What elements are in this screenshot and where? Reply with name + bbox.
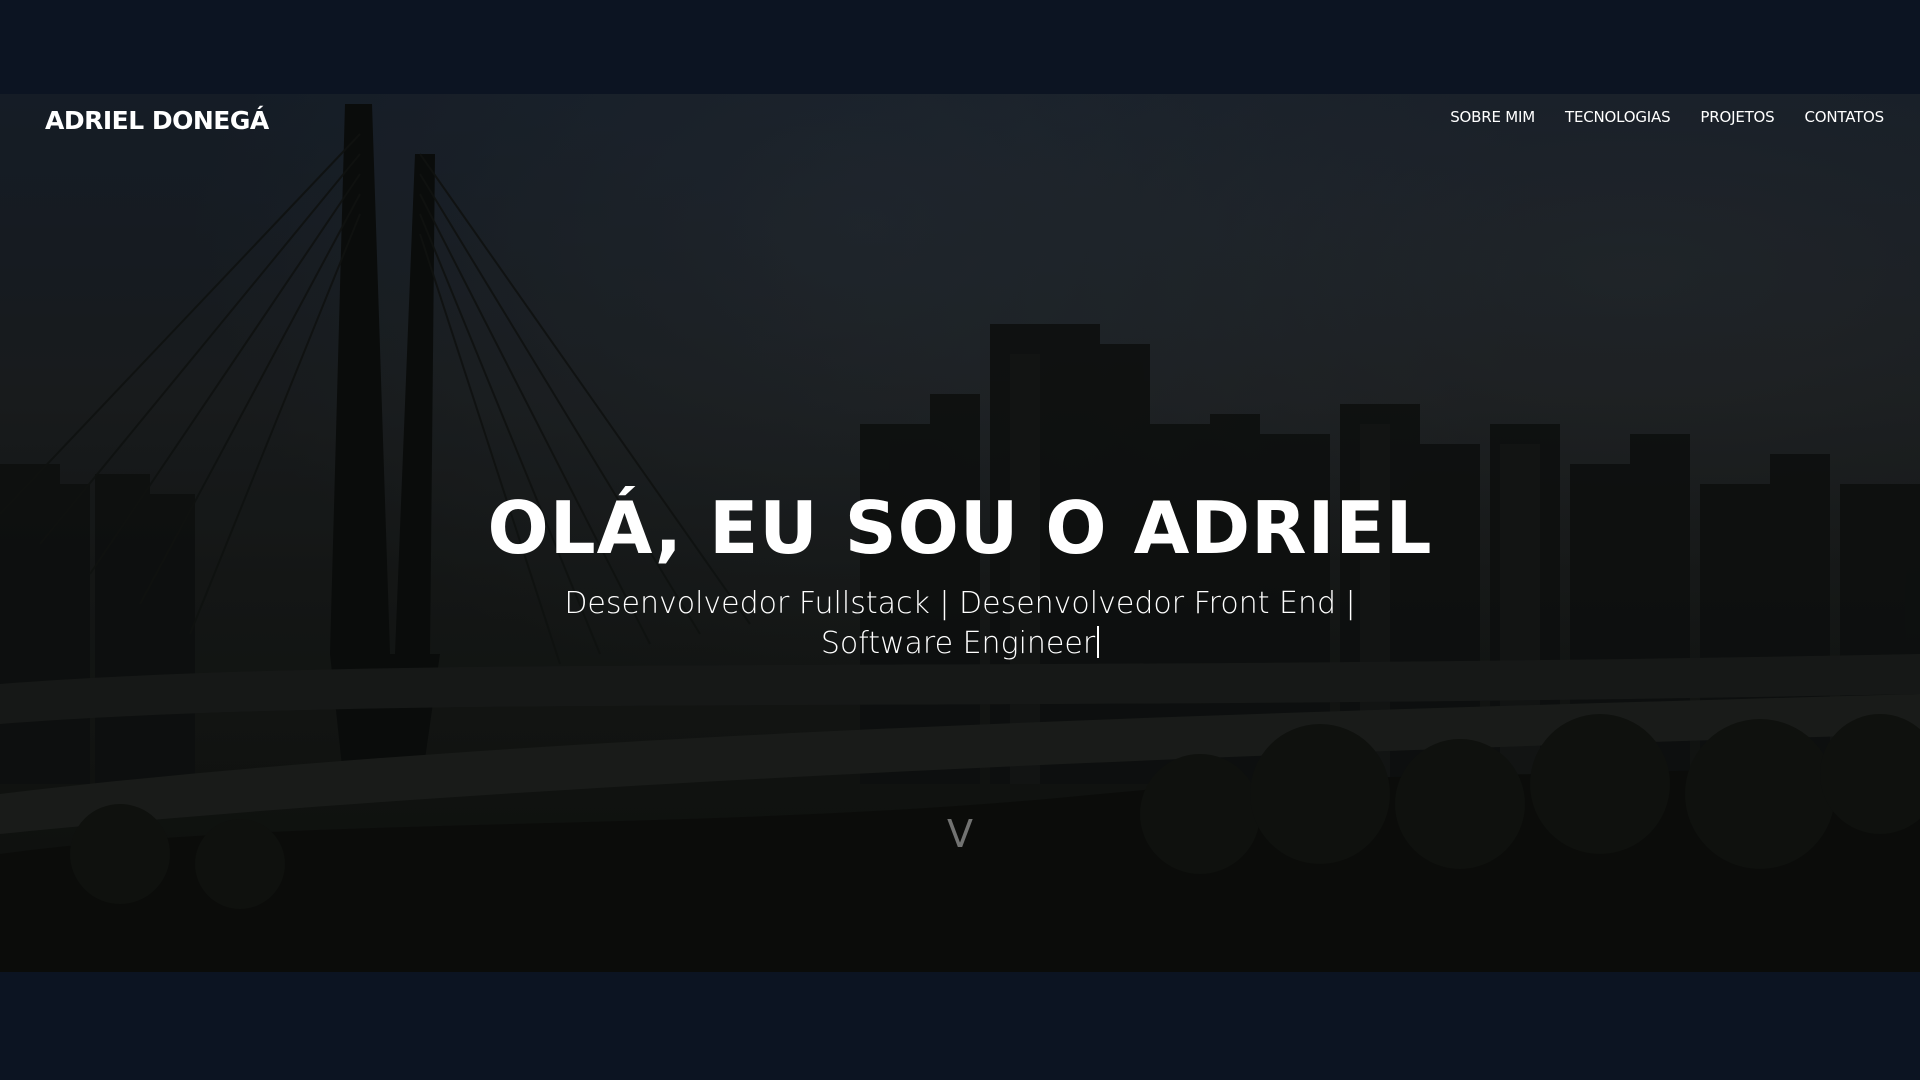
page: ADRIEL DONEGÁ SOBRE MIM TECNOLOGIAS PROJ… (0, 0, 1920, 1080)
chevron-down-icon[interactable]: V (940, 812, 980, 856)
chevron-down-glyph: V (947, 812, 973, 856)
main-nav: SOBRE MIM TECNOLOGIAS PROJETOS CONTATOS (1450, 108, 1884, 126)
nav-link-tecnologias[interactable]: TECNOLOGIAS (1565, 108, 1671, 126)
brand-logo[interactable]: ADRIEL DONEGÁ (45, 106, 269, 135)
typing-cursor (1097, 626, 1100, 658)
hero-subtitle-line-2-wrap: Software Engineer (560, 624, 1360, 664)
nav-link-contatos[interactable]: CONTATOS (1805, 108, 1885, 126)
hero-title: OLÁ, EU SOU O ADRIEL (487, 486, 1433, 570)
nav-link-sobre-mim[interactable]: SOBRE MIM (1450, 108, 1535, 126)
hero-subtitle-line-1: Desenvolvedor Fullstack | Desenvolvedor … (564, 586, 1356, 621)
hero-subtitle: Desenvolvedor Fullstack | Desenvolvedor … (560, 584, 1360, 664)
nav-link-projetos[interactable]: PROJETOS (1700, 108, 1774, 126)
hero-subtitle-line-2: Software Engineer (820, 626, 1096, 661)
